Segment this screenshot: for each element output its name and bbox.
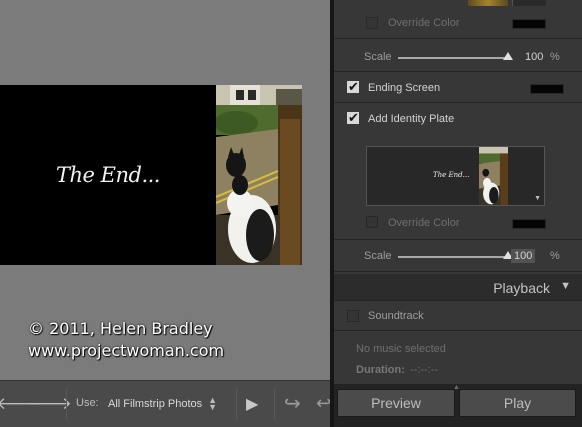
soundtrack-label: Soundtrack <box>368 310 424 322</box>
slide-preview-area: The End... © 2011, Helen Bradley www.pro… <box>0 0 330 380</box>
override-color-label: Override Color <box>388 217 460 229</box>
use-select[interactable]: All Filmstrip Photos ▲ ▼ <box>108 395 217 413</box>
intro-scale-unit: % <box>550 51 560 63</box>
preview-button[interactable]: Preview <box>337 389 455 417</box>
duration-label: Duration: <box>356 364 405 376</box>
soundtrack-checkbox[interactable] <box>347 310 359 322</box>
scale-value[interactable]: 100 <box>511 249 536 263</box>
play-icon[interactable]: ▶ <box>246 394 258 414</box>
up-down-arrows-icon: ▲ ▼ <box>208 395 218 412</box>
ending-screen-checkbox[interactable] <box>347 79 359 95</box>
intro-plate-preview <box>468 0 508 6</box>
play-button[interactable]: Play <box>459 389 576 417</box>
collapse-triangle-icon[interactable]: ▼ <box>560 280 571 292</box>
ending-screen-label: Ending Screen <box>368 82 441 94</box>
copyright-watermark: © 2011, Helen Bradley www.projectwoman.c… <box>28 318 224 362</box>
cat-photo <box>216 85 302 265</box>
intro-color-swatch[interactable] <box>512 19 546 29</box>
intro-scale-slider[interactable] <box>398 57 508 59</box>
use-select-value: All Filmstrip Photos <box>108 398 203 410</box>
override-color-checkbox[interactable] <box>366 216 378 228</box>
watermark-copyright: © 2011, Helen Bradley <box>28 319 213 338</box>
ending-screen-color-swatch[interactable] <box>530 84 564 94</box>
playback-title: Playback <box>493 280 550 296</box>
playback-section-header[interactable]: Playback ▼ <box>334 274 582 300</box>
add-identity-plate-label: Add Identity Plate <box>368 113 455 125</box>
toolbar-divider <box>236 389 237 419</box>
intro-scale-slider-thumb[interactable] <box>503 52 513 60</box>
arrow-right-icon[interactable]: 🡒 <box>26 393 72 415</box>
override-color-swatch[interactable] <box>512 219 546 229</box>
toolbar-divider <box>66 389 67 419</box>
titles-panel: Override Color Scale 100 % Ending Screen… <box>334 0 582 427</box>
intro-override-color-checkbox[interactable] <box>366 17 378 29</box>
rotate-right-icon[interactable]: ↩ <box>316 393 331 414</box>
duration-value: --:--:-- <box>410 364 439 376</box>
rotate-left-icon[interactable]: ↪ <box>284 391 301 416</box>
use-label: Use: <box>76 397 99 409</box>
scale-label: Scale <box>364 250 392 262</box>
identity-plate-preview[interactable]: The End... ▼ <box>366 146 545 206</box>
intro-scale-value[interactable]: 100 <box>525 51 543 63</box>
toolbar-divider <box>274 389 275 419</box>
identity-plate-photo <box>479 147 508 205</box>
intro-scale-label: Scale <box>364 51 392 63</box>
ending-slide: The End... <box>0 85 302 265</box>
intro-override-color-label: Override Color <box>388 17 460 29</box>
add-identity-plate-checkbox[interactable] <box>347 110 359 126</box>
intro-plate-dropdown[interactable] <box>512 0 546 6</box>
playback-buttons-bar: ▲ Preview Play <box>334 384 582 427</box>
slide-ending-text: The End... <box>56 163 160 187</box>
preview-toolbar: 🡐 🡒 Use: All Filmstrip Photos ▲ ▼ ▶ ↪ ↩ <box>0 380 331 427</box>
watermark-url: www.projectwoman.com <box>28 341 225 360</box>
scale-slider[interactable] <box>398 256 508 258</box>
identity-plate-text: The End... <box>433 171 470 179</box>
no-music-text: No music selected <box>356 343 446 355</box>
chevron-down-icon[interactable]: ▼ <box>534 195 541 202</box>
scale-unit: % <box>550 250 560 262</box>
